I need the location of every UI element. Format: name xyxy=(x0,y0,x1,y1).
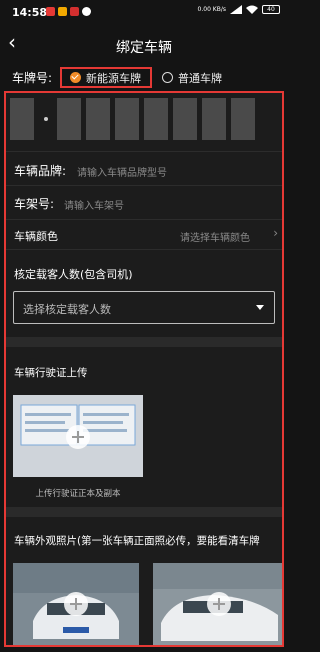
plate-type-row: 车牌号: 新能源车牌 普通车牌 xyxy=(0,64,288,90)
color-row[interactable]: 车辆颜色 请选择车辆颜色 › xyxy=(6,219,282,249)
brand-row[interactable]: 车辆品牌: 请输入车辆品牌型号 xyxy=(6,151,282,185)
new-energy-plate-option[interactable]: 新能源车牌 xyxy=(60,67,152,88)
section-divider xyxy=(6,507,282,517)
plate-char-box[interactable] xyxy=(10,98,34,140)
status-indicators: 0.00 KB/s 40 xyxy=(198,5,280,14)
plate-separator-dot xyxy=(44,117,48,121)
capacity-placeholder: 选择核定载客人数 xyxy=(23,303,111,316)
vin-label: 车架号: xyxy=(14,197,55,211)
plate-char-box[interactable] xyxy=(115,98,139,140)
brand-label: 车辆品牌: xyxy=(14,164,67,178)
status-bar: 14:58 0.00 KB/s 40 xyxy=(0,0,288,26)
app-notification-icon xyxy=(46,7,55,16)
page-title: 绑定车辆 xyxy=(116,40,172,56)
radio-unchecked-icon[interactable] xyxy=(162,72,173,83)
add-icon[interactable] xyxy=(66,425,90,449)
capacity-label: 核定载客人数(包含司机) xyxy=(14,268,133,281)
status-app-icons xyxy=(46,7,91,16)
capacity-dropdown[interactable]: 选择核定载客人数 xyxy=(13,291,275,324)
vehicle-photos-title: 车辆外观照片(第一张车辆正面照必传，要能看清车牌 xyxy=(14,535,260,547)
plate-char-box[interactable] xyxy=(86,98,110,140)
vin-input[interactable]: 请输入车架号 xyxy=(64,197,124,212)
vin-row[interactable]: 车架号: 请输入车架号 xyxy=(6,185,282,219)
plate-char-box[interactable] xyxy=(202,98,226,140)
side-photo-upload-box[interactable] xyxy=(153,563,282,645)
plate-char-box[interactable] xyxy=(57,98,81,140)
color-label: 车辆颜色 xyxy=(14,230,58,243)
normal-plate-option[interactable]: 普通车牌 xyxy=(160,67,222,88)
net-speed: 0.00 KB/s xyxy=(197,5,226,13)
wifi-icon xyxy=(246,5,258,14)
license-upload-box[interactable] xyxy=(13,395,143,477)
add-icon[interactable] xyxy=(64,592,88,616)
plate-char-box[interactable] xyxy=(231,98,255,140)
front-photo-upload-box[interactable] xyxy=(13,563,139,645)
new-energy-plate-label: 新能源车牌 xyxy=(86,71,141,85)
license-upload-caption: 上传行驶证正本及副本 xyxy=(35,489,121,499)
plate-input-boxes xyxy=(10,98,255,140)
signal-icon xyxy=(230,5,242,14)
app-notification-icon xyxy=(58,7,67,16)
battery-icon: 40 xyxy=(262,5,280,14)
status-time: 14:58 xyxy=(12,6,48,19)
app-notification-icon xyxy=(70,7,79,16)
chevron-right-icon: › xyxy=(273,226,278,240)
dropdown-arrow-icon xyxy=(256,305,264,310)
license-upload-title: 车辆行驶证上传 xyxy=(14,367,88,379)
normal-plate-label: 普通车牌 xyxy=(178,71,222,85)
color-select[interactable]: 请选择车辆颜色 xyxy=(180,229,250,244)
section-divider xyxy=(6,337,282,347)
header-bar: ‹ 绑定车辆 xyxy=(0,28,288,62)
plate-char-box[interactable] xyxy=(144,98,168,140)
app-notification-icon xyxy=(82,7,91,16)
plate-char-box[interactable] xyxy=(173,98,197,140)
add-icon[interactable] xyxy=(207,592,231,616)
plate-number-label: 车牌号: xyxy=(12,71,53,85)
radio-checked-icon[interactable] xyxy=(70,72,81,83)
vehicle-form-panel: 车辆品牌: 请输入车辆品牌型号 车架号: 请输入车架号 车辆颜色 请选择车辆颜色… xyxy=(4,91,284,647)
brand-input[interactable]: 请输入车辆品牌型号 xyxy=(77,164,167,179)
